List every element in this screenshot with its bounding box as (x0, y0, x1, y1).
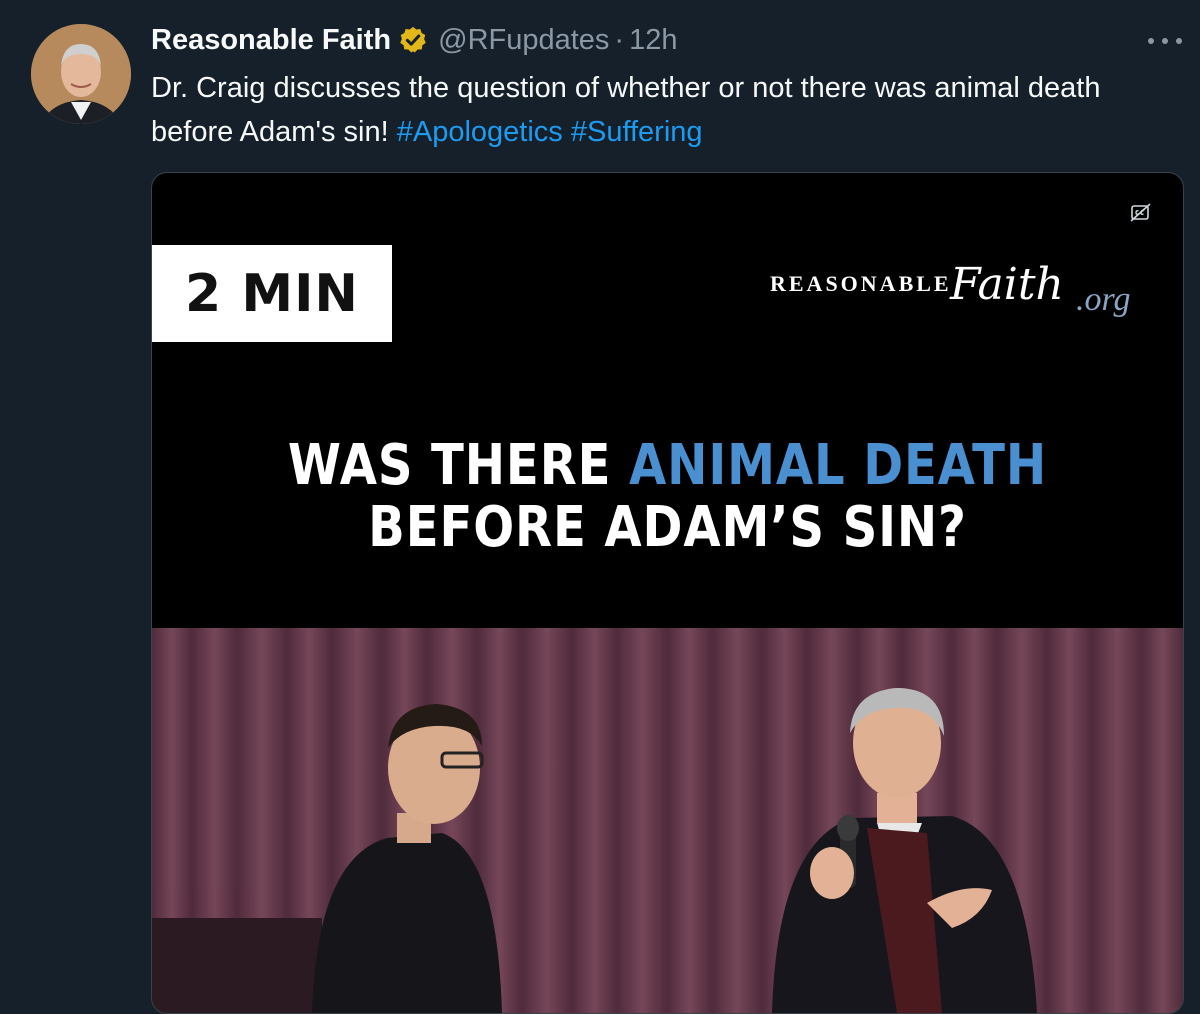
tweet-text: Dr. Craig discusses the question of whet… (151, 66, 1151, 154)
video-frame-stage (152, 628, 1183, 1013)
avatar[interactable] (31, 24, 131, 124)
tweet-timestamp[interactable]: 12h (629, 24, 677, 57)
headline-white: WAS THERE (287, 433, 612, 498)
reasonable-faith-logo: REASONABLE Faith .org (770, 251, 1170, 331)
headline-line-1: WAS THERE ANIMAL DEATH (224, 435, 1111, 497)
separator-dot: · (614, 23, 625, 56)
more-options-icon[interactable] (1148, 26, 1182, 56)
video-media[interactable]: 2 MIN REASONABLE Faith .org WAS THERE AN… (151, 172, 1184, 1014)
hashtag-apologetics[interactable]: #Apologetics (397, 116, 563, 148)
duration-label: 2 MIN (152, 245, 392, 342)
verified-badge-icon (398, 25, 428, 55)
hashtag-suffering[interactable]: #Suffering (571, 116, 703, 148)
logo-org: .org (1076, 281, 1131, 318)
headline-line-2: BEFORE ADAM’S SIN? (368, 495, 967, 560)
logo-faith: Faith (950, 259, 1064, 310)
tweet[interactable]: Reasonable Faith @RFupdates · 12h Dr. Cr… (0, 0, 1200, 1014)
video-headline: WAS THERE ANIMAL DEATH BEFORE ADAM’S SIN… (224, 435, 1111, 559)
logo-reasonable: REASONABLE (770, 271, 952, 296)
author-handle[interactable]: @RFupdates (438, 24, 609, 57)
tweet-header: Reasonable Faith @RFupdates · 12h (151, 20, 677, 60)
closed-captions-icon[interactable] (1130, 203, 1152, 223)
headline-blue: ANIMAL DEATH (629, 433, 1048, 498)
author-name[interactable]: Reasonable Faith (151, 24, 391, 57)
